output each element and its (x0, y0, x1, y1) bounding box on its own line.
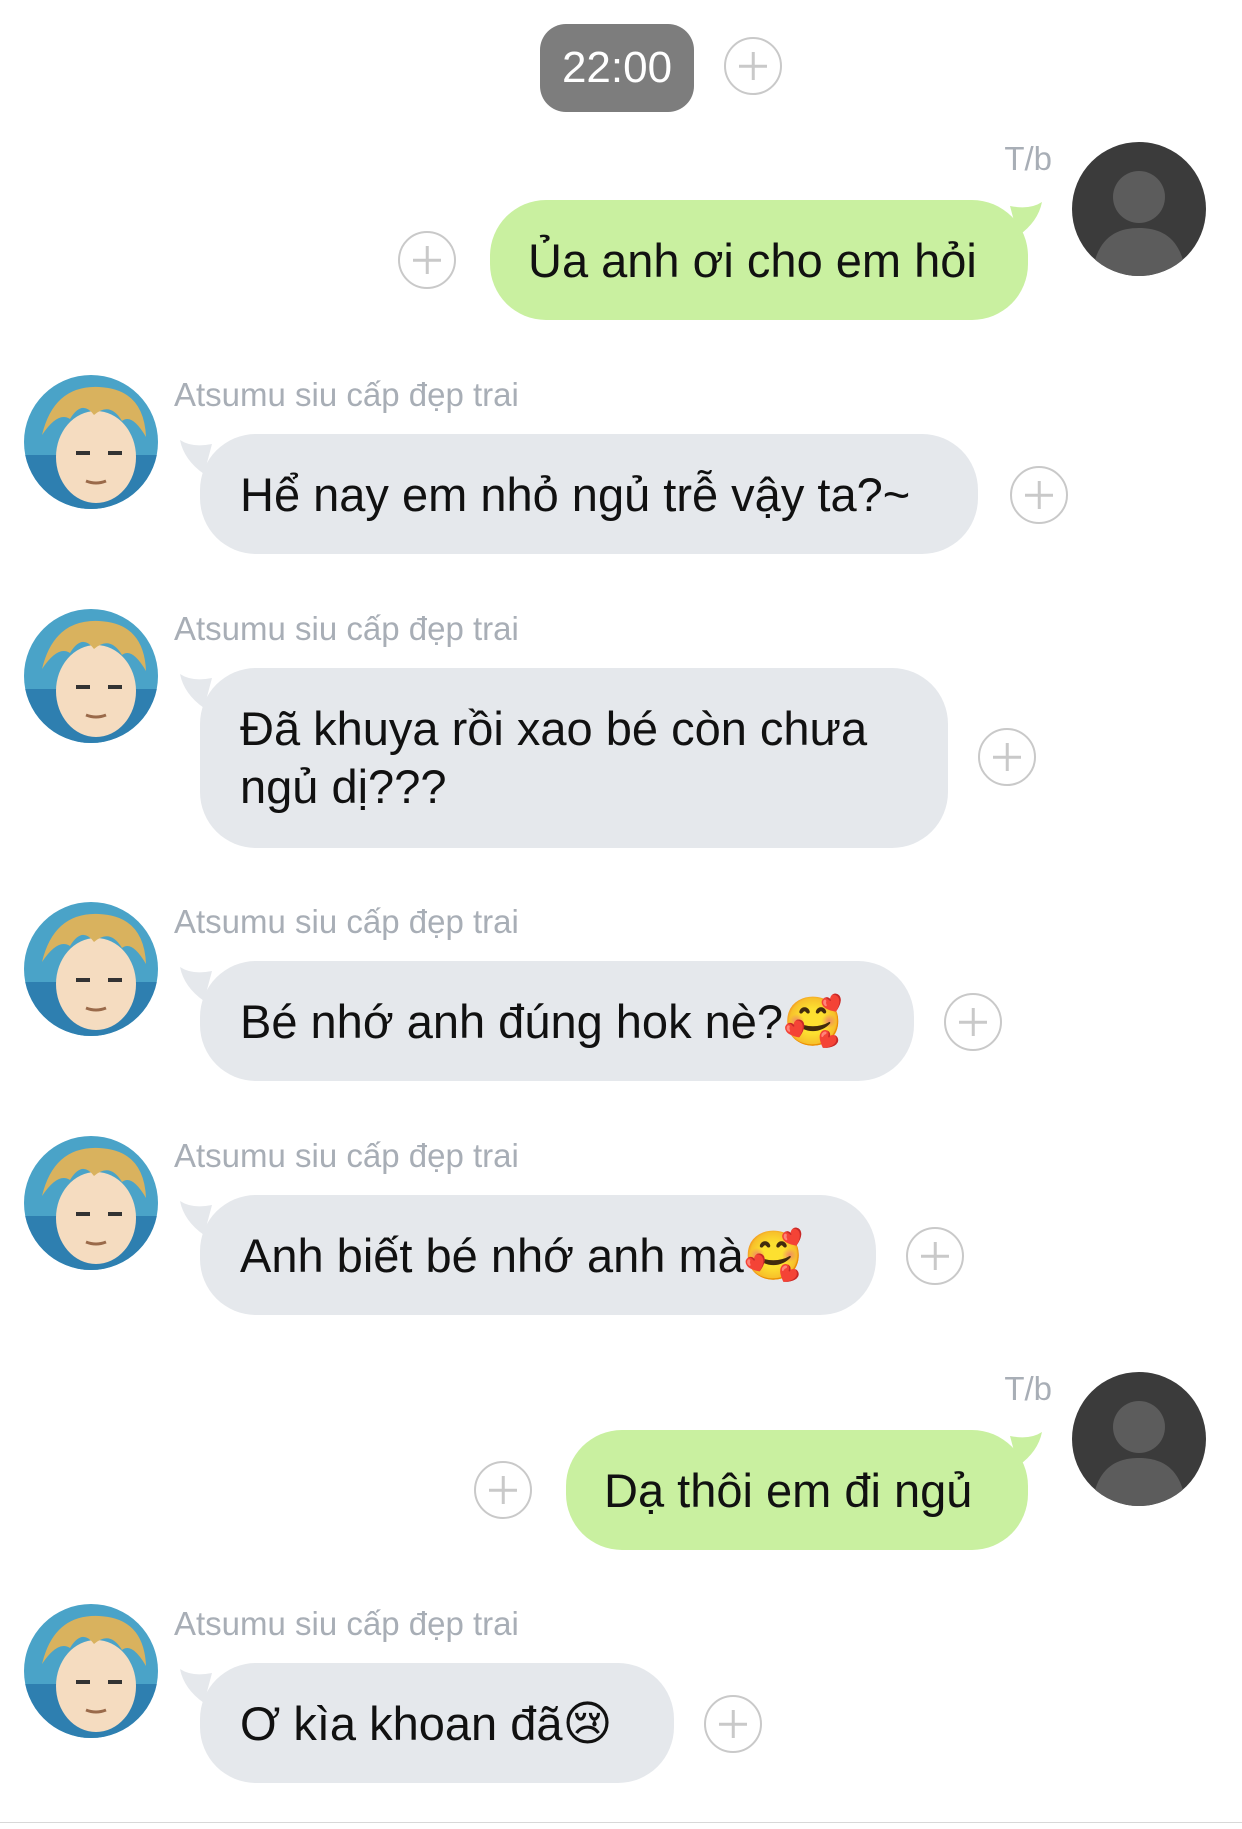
add-reaction-icon[interactable] (906, 1227, 964, 1285)
sender-avatar[interactable] (24, 609, 158, 743)
divider (0, 1822, 1242, 1823)
sender-avatar[interactable] (24, 1136, 158, 1270)
self-name: T/b (1004, 140, 1052, 177)
smiling-hearts-emoji: 🥰 (783, 996, 843, 1049)
message-bubble-incoming[interactable]: Ơ kìa khoan đã😢 (200, 1663, 674, 1783)
add-reaction-icon[interactable] (724, 37, 782, 95)
message-bubble-incoming[interactable]: Bé nhớ anh đúng hok nè?🥰 (200, 961, 914, 1081)
sender-name: Atsumu siu cấp đẹp trai (174, 903, 519, 940)
message-text: Ủa anh ơi cho em hỏi (528, 234, 977, 287)
message-bubble-incoming[interactable]: Đã khuya rồi xao bé còn chưa ngủ dị??? (200, 668, 948, 848)
add-reaction-icon[interactable] (978, 728, 1036, 786)
message-bubble-incoming[interactable]: Hể nay em nhỏ ngủ trễ vậy ta?~ (200, 434, 978, 554)
message-text: Anh biết bé nhớ anh mà (240, 1229, 744, 1282)
message-text: Ơ kìa khoan đã (240, 1697, 563, 1750)
time-divider: 22:00 (540, 24, 694, 112)
add-reaction-icon[interactable] (474, 1461, 532, 1519)
crying-face-emoji: 😢 (562, 1698, 613, 1751)
self-avatar[interactable] (1072, 142, 1206, 276)
add-reaction-icon[interactable] (704, 1695, 762, 1753)
sender-name: Atsumu siu cấp đẹp trai (174, 376, 519, 413)
message-text: Dạ thôi em đi ngủ (604, 1464, 973, 1517)
sender-name: Atsumu siu cấp đẹp trai (174, 610, 519, 647)
sender-avatar[interactable] (24, 1604, 158, 1738)
self-name: T/b (1004, 1370, 1052, 1407)
sender-avatar[interactable] (24, 902, 158, 1036)
message-text: Hể nay em nhỏ ngủ trễ vậy ta?~ (240, 468, 911, 521)
sender-avatar[interactable] (24, 375, 158, 509)
add-reaction-icon[interactable] (398, 231, 456, 289)
add-reaction-icon[interactable] (944, 993, 1002, 1051)
message-text: Bé nhớ anh đúng hok nè? (240, 995, 784, 1048)
smiling-hearts-emoji: 🥰 (743, 1230, 804, 1283)
message-bubble-outgoing[interactable]: Dạ thôi em đi ngủ (566, 1430, 1028, 1550)
message-bubble-outgoing[interactable]: Ủa anh ơi cho em hỏi (490, 200, 1028, 320)
sender-name: Atsumu siu cấp đẹp trai (174, 1605, 519, 1642)
add-reaction-icon[interactable] (1010, 466, 1068, 524)
self-avatar[interactable] (1072, 1372, 1206, 1506)
sender-name: Atsumu siu cấp đẹp trai (174, 1137, 519, 1174)
message-bubble-incoming[interactable]: Anh biết bé nhớ anh mà🥰 (200, 1195, 876, 1315)
message-text: Đã khuya rồi xao bé còn chưa ngủ dị??? (240, 702, 868, 813)
